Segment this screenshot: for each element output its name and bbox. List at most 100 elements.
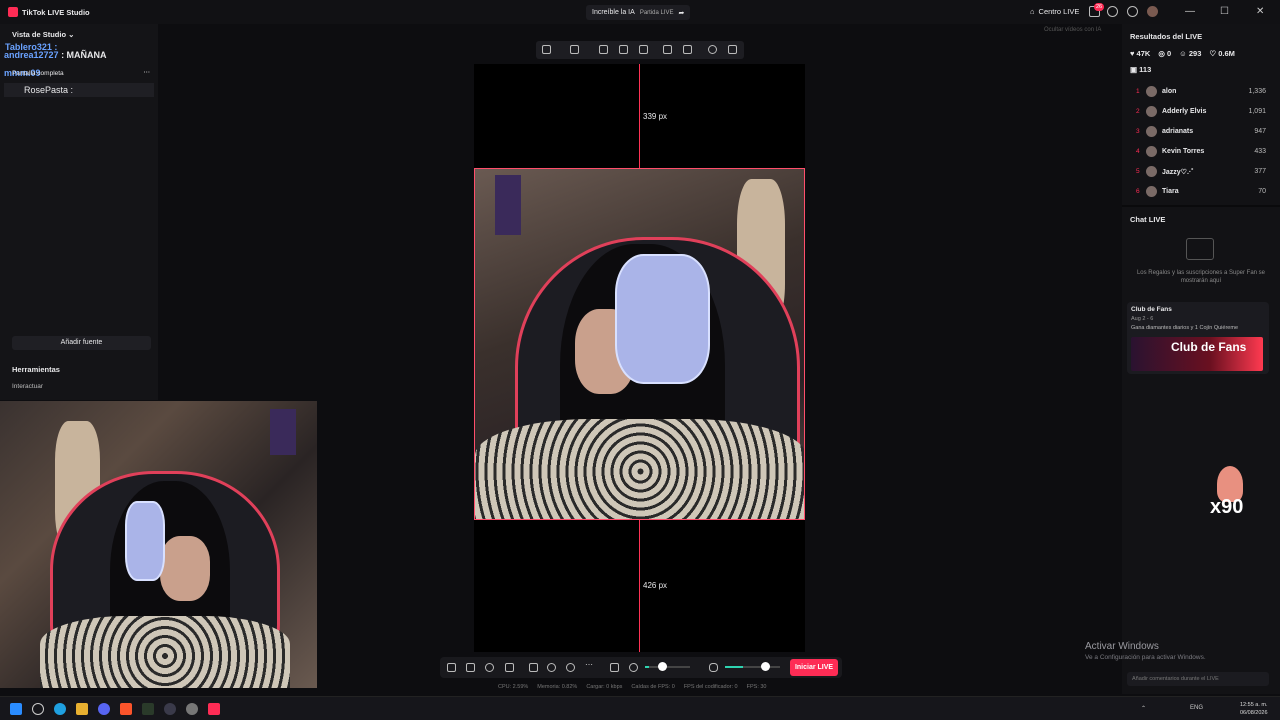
fan-club-date: Aug 2 - 6: [1131, 316, 1154, 322]
rank-number: 1: [1136, 88, 1140, 95]
fit-icon[interactable]: [542, 45, 551, 54]
fan-club-title: Club de Fans: [1131, 306, 1172, 313]
app-icon[interactable]: [142, 703, 154, 715]
align-icon[interactable]: [570, 45, 579, 54]
close-icon[interactable]: ✕: [1256, 6, 1264, 17]
rank-score: 1,336: [1248, 88, 1266, 95]
flip-icon[interactable]: [639, 45, 648, 54]
live-results-title: Resultados del LIVE: [1130, 32, 1203, 41]
speaker-volume-knob[interactable]: [658, 662, 667, 671]
gift-box-icon: [1186, 238, 1214, 260]
speaker-volume-slider[interactable]: [645, 666, 690, 668]
centro-live-button[interactable]: ⌂ Centro LIVE: [1030, 7, 1079, 16]
chrome-icon[interactable]: [186, 703, 198, 715]
distance-bottom-label: 426 px: [643, 581, 668, 590]
phone-icon[interactable]: [529, 663, 538, 672]
clock-date: 06/08/2026: [1240, 710, 1268, 716]
avatar[interactable]: [1147, 6, 1158, 17]
ranking-row[interactable]: 5 Jazzy♡.·˚ 377: [1136, 165, 1266, 179]
rank-score: 377: [1254, 168, 1266, 175]
studio-view-label: Vista de Studio: [12, 30, 67, 39]
gifts-stat: ▣ 113: [1130, 65, 1152, 74]
interact-tool[interactable]: Interactuar: [12, 383, 43, 390]
obs-icon[interactable]: [164, 703, 176, 715]
camera-source-selected[interactable]: [474, 168, 805, 520]
record-icon[interactable]: [547, 663, 556, 672]
language-indicator[interactable]: ENG: [1190, 705, 1203, 711]
zero-stat: ◎ 0: [1158, 49, 1172, 58]
edge-icon[interactable]: [54, 703, 66, 715]
layer-up-icon[interactable]: [663, 45, 672, 54]
crop-icon[interactable]: [599, 45, 608, 54]
clock[interactable]: 12:55 a. m. 06/08/2026: [1240, 701, 1268, 717]
trash-icon[interactable]: [728, 45, 737, 54]
avatar: [1146, 86, 1157, 97]
notification-badge: 26: [1094, 3, 1105, 11]
ranking-row[interactable]: 6 Tiara 70: [1136, 185, 1266, 199]
more-options-icon[interactable]: ⋯: [144, 68, 151, 76]
folder-icon[interactable]: [76, 703, 88, 715]
search-icon[interactable]: [32, 703, 44, 715]
fan-club-banner-text: Club de Fans: [1171, 340, 1247, 354]
studio-view-dropdown[interactable]: Vista de Studio ⌄: [12, 30, 74, 39]
layer-down-icon[interactable]: [683, 45, 692, 54]
minimize-icon[interactable]: —: [1185, 6, 1195, 17]
mic-volume-slider[interactable]: [725, 666, 780, 668]
poster-image: [495, 175, 521, 235]
brave-icon[interactable]: [120, 703, 132, 715]
help-icon[interactable]: [1107, 6, 1118, 17]
headphones: [125, 501, 165, 581]
layers-icon[interactable]: [466, 663, 475, 672]
windows-start-icon[interactable]: [10, 703, 22, 715]
gifts-value: 113: [1139, 65, 1152, 74]
chat-live-title: Chat LIVE: [1130, 215, 1166, 224]
comment-input[interactable]: Añadir comentarios durante el LIVE: [1127, 672, 1269, 686]
stat-memory: Memoria: 0.82%: [537, 684, 578, 690]
stat-fps: FPS: 30: [746, 684, 767, 690]
target-icon[interactable]: [566, 663, 575, 672]
discord-icon[interactable]: [98, 703, 110, 715]
guide-line-bottom: [639, 520, 640, 652]
viewers-stat: ♥ 47K: [1130, 49, 1151, 58]
add-source-button[interactable]: Añadir fuente: [12, 336, 151, 350]
rank-score: 1,091: [1248, 108, 1266, 115]
people-stat: ☺ 293: [1179, 49, 1202, 58]
mic-volume-knob[interactable]: [761, 662, 770, 671]
ranking-row[interactable]: 2 Adderly Elvis 1,091: [1136, 105, 1266, 119]
avatar: [1146, 106, 1157, 117]
maximize-icon[interactable]: ☐: [1220, 6, 1229, 17]
replay-icon[interactable]: [485, 663, 494, 672]
copy-icon[interactable]: [619, 45, 628, 54]
stream-title-pill[interactable]: Increíble la IA Partida LIVE ➦: [586, 5, 691, 20]
screen-icon[interactable]: [505, 663, 514, 672]
magic-icon[interactable]: [447, 663, 456, 672]
windows-activate-title: Activar Windows: [1085, 641, 1159, 652]
rank-name: Jazzy♡.·˚: [1162, 169, 1194, 176]
left-panel: Vista de Studio ⌄ Tablero321 : andrea127…: [0, 24, 158, 400]
headphones: [615, 254, 710, 384]
settings-sliders-icon[interactable]: [610, 663, 619, 672]
rank-name: adrianats: [1162, 128, 1194, 135]
rank-name: Adderly Elvis: [1162, 108, 1207, 115]
ranking-row[interactable]: 3 adrianats 947: [1136, 125, 1266, 139]
refresh-icon[interactable]: [708, 45, 717, 54]
fan-club-banner[interactable]: Club de Fans: [1131, 337, 1263, 371]
rank-number: 4: [1136, 148, 1140, 155]
more-icon[interactable]: ⋯: [585, 660, 594, 669]
avatar: [1146, 186, 1157, 197]
gear-icon[interactable]: [1127, 6, 1138, 17]
tray-arrow-icon[interactable]: ⌃: [1141, 705, 1146, 712]
fan-club-card[interactable]: Club de Fans Aug 2 - 6 Gana diamantes di…: [1127, 302, 1269, 374]
hide-ai-videos-toggle[interactable]: Ocultar vídeos con IA: [1044, 27, 1101, 33]
rank-number: 3: [1136, 128, 1140, 135]
speaker-icon[interactable]: [629, 663, 638, 672]
microphone-icon[interactable]: [709, 663, 718, 672]
source-row-fullscreen[interactable]: mmm.09 Pantalla completa ⋯: [4, 68, 154, 80]
start-live-button[interactable]: Iniciar LIVE: [790, 659, 838, 676]
tiktok-studio-icon[interactable]: [208, 703, 220, 715]
source-row-rose[interactable]: RosePasta :: [4, 83, 154, 97]
likes-value: 0.6M: [1218, 49, 1235, 58]
ranking-row[interactable]: 4 Kevin Torres 433: [1136, 145, 1266, 159]
ranking-row[interactable]: 1 alon 1,336: [1136, 85, 1266, 99]
share-icon[interactable]: ➦: [679, 9, 685, 17]
